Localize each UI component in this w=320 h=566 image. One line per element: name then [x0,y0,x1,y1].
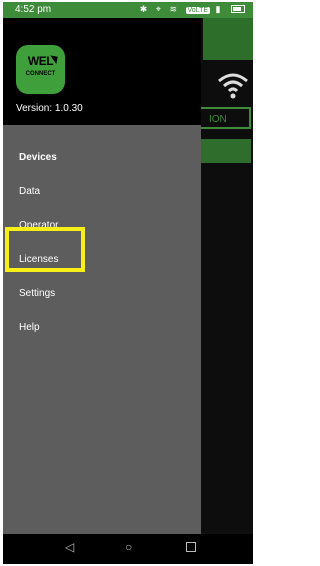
menu-item-data[interactable]: Data [19,186,40,197]
home-icon[interactable]: ○ [125,540,132,554]
logo-subtext: CONNECT [25,71,56,77]
volte-badge: VoLTE [185,7,211,14]
wel-connect-logo: WEL ◥ CONNECT [16,45,65,94]
phone-screen: 4:52 pm ✱ ⌖ ≋ VoLTE ▮ ION WEL ◥ CONNECT … [3,2,253,564]
background-outline-button: ION [199,107,251,129]
menu-item-help[interactable]: Help [19,322,40,333]
battery-icon [231,4,245,13]
navigation-drawer: WEL ◥ CONNECT Version: 1.0.30 Devices Da… [3,18,201,536]
signal-icon: ▮ [215,4,224,14]
location-icon: ⌖ [155,4,164,14]
menu-item-devices[interactable]: Devices [19,152,57,163]
menu-item-settings[interactable]: Settings [19,288,55,299]
status-icons: ✱ ⌖ ≋ VoLTE ▮ [140,4,245,15]
app-version: Version: 1.0.30 [16,103,83,114]
back-icon[interactable]: ◁ [65,540,74,554]
drawer-header: WEL ◥ CONNECT Version: 1.0.30 [3,18,201,125]
background-top-bar [203,18,253,60]
background-solid-button [199,139,251,163]
navigation-bar: ◁ ○ [3,534,253,564]
recent-apps-icon[interactable] [186,542,196,552]
licenses-highlight-box [5,227,85,272]
wifi-large-icon [215,70,251,100]
status-bar: 4:52 pm ✱ ⌖ ≋ VoLTE ▮ [3,2,253,18]
bluetooth-icon: ✱ [139,4,151,14]
status-time: 4:52 pm [15,4,52,15]
wifi-icon: ≋ [169,4,180,14]
